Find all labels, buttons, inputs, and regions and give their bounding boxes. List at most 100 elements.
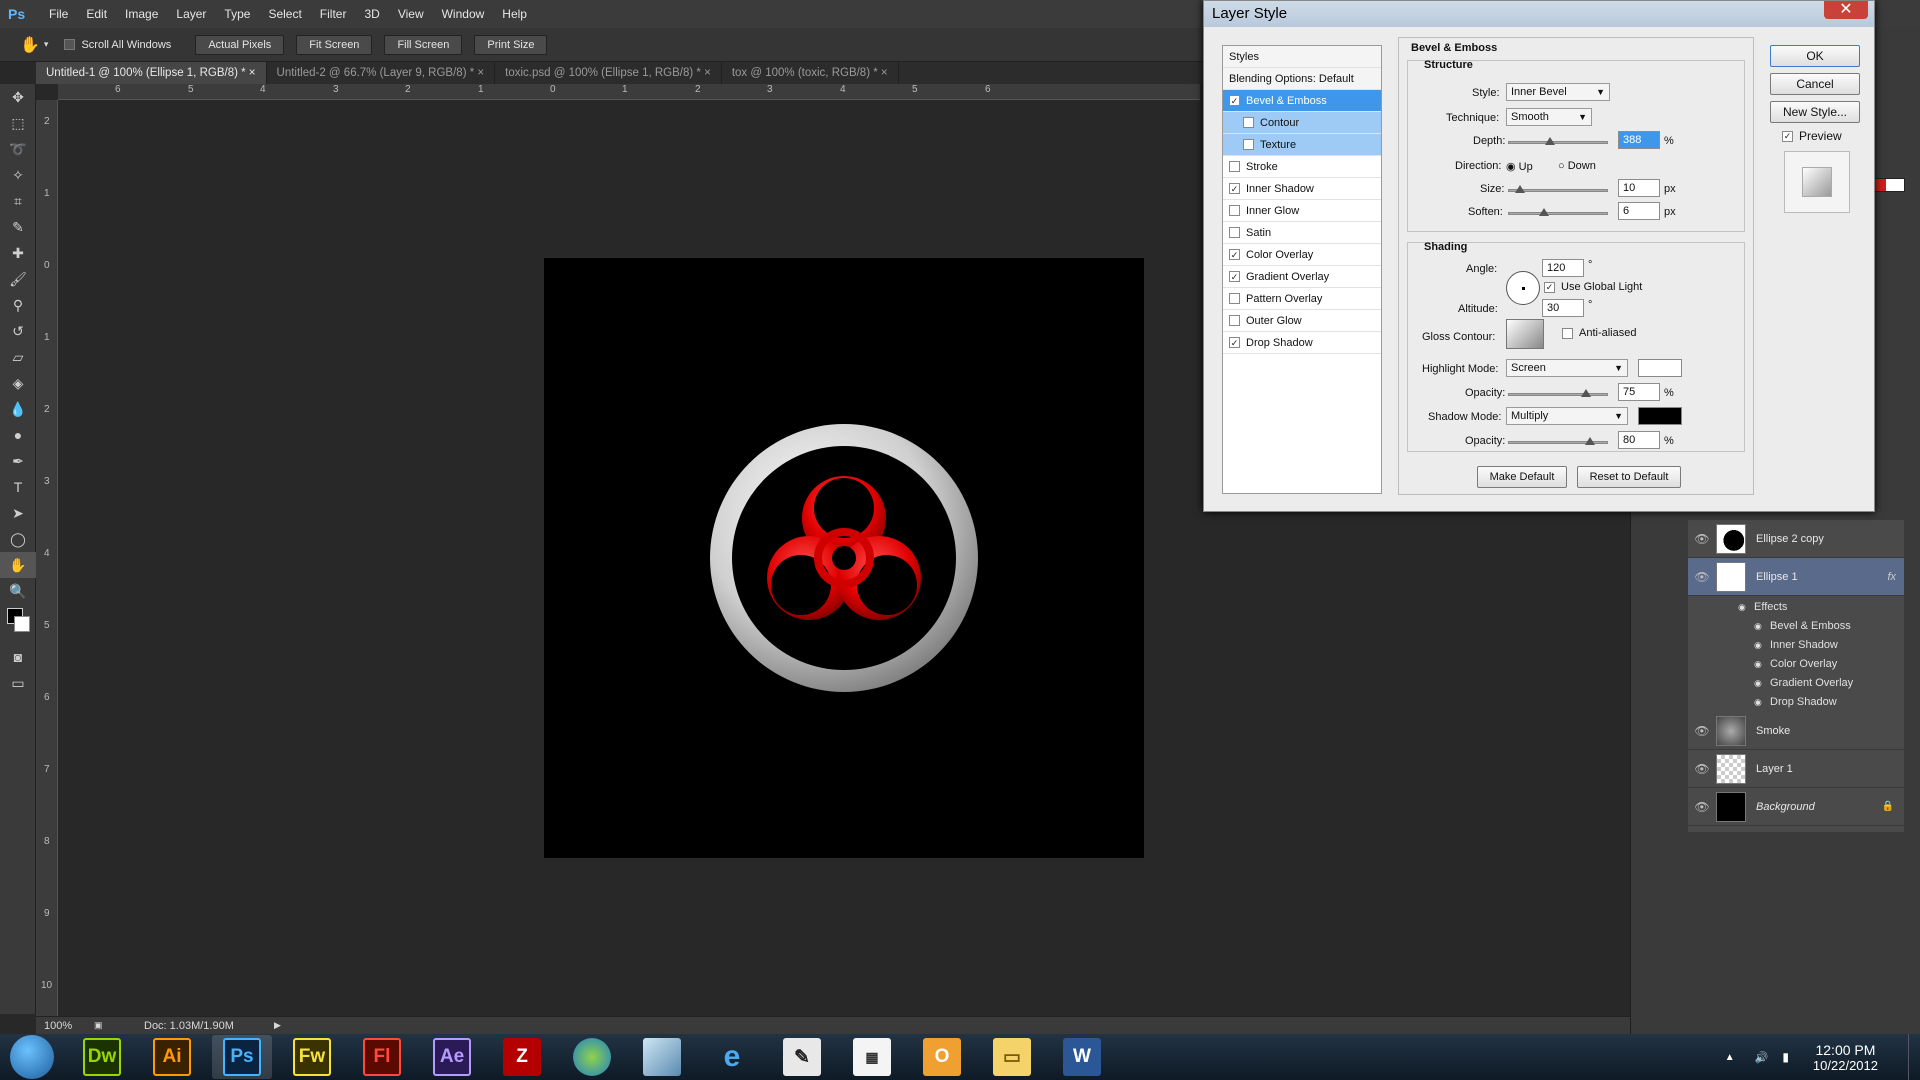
soften-slider[interactable] <box>1508 208 1608 216</box>
eye-icon[interactable]: 👁 <box>1688 762 1716 776</box>
checkbox-icon[interactable] <box>1229 205 1240 216</box>
show-hidden-icons-icon[interactable]: ▲ <box>1725 1052 1735 1063</box>
fit-screen-button[interactable]: Fit Screen <box>296 34 373 55</box>
anti-aliased-checkbox[interactable]: Anti-aliased <box>1562 327 1636 339</box>
direction-down-radio[interactable]: ○ Down <box>1558 160 1596 172</box>
effect-item[interactable]: ◉ Drop Shadow <box>1738 693 1904 712</box>
brush-tool-icon[interactable]: 🖌 <box>0 266 36 292</box>
eye-icon[interactable]: 👁 <box>1688 532 1716 546</box>
highlight-color-swatch[interactable] <box>1638 359 1682 377</box>
soften-input[interactable]: 6 <box>1618 202 1660 220</box>
shadow-opacity-input[interactable]: 80 <box>1618 431 1660 449</box>
ok-button[interactable]: OK <box>1770 45 1860 67</box>
style-dropdown[interactable]: Inner Bevel ▼ <box>1506 83 1610 101</box>
style-color-overlay[interactable]: ✓ Color Overlay <box>1223 244 1381 266</box>
close-icon[interactable]: × <box>704 67 711 79</box>
highlight-opacity-slider[interactable] <box>1508 389 1608 397</box>
tool-preset-dropdown-icon[interactable]: ▾ <box>44 39 49 50</box>
magic-wand-tool-icon[interactable]: ✧ <box>0 162 36 188</box>
layer-row[interactable]: 👁 Ellipse 2 copy <box>1688 520 1904 558</box>
eye-icon[interactable]: ◉ <box>1754 617 1770 636</box>
healing-brush-tool-icon[interactable]: ✚ <box>0 240 36 266</box>
menu-edit[interactable]: Edit <box>77 0 116 28</box>
eye-icon[interactable]: ◉ <box>1754 674 1770 693</box>
ellipse-tool-icon[interactable]: ◯ <box>0 526 36 552</box>
menu-type[interactable]: Type <box>215 0 259 28</box>
tab-untitled-2[interactable]: Untitled-2 @ 66.7% (Layer 9, RGB/8) * × <box>267 62 496 84</box>
close-icon[interactable]: × <box>881 67 888 79</box>
blur-tool-icon[interactable]: 💧 <box>0 396 36 422</box>
menu-3d[interactable]: 3D <box>355 0 388 28</box>
fireworks-taskbar-button[interactable]: Fw <box>282 1035 342 1079</box>
hand-tool-icon[interactable]: ✋ <box>0 552 36 578</box>
style-gradient-overlay[interactable]: ✓ Gradient Overlay <box>1223 266 1381 288</box>
menu-image[interactable]: Image <box>116 0 167 28</box>
layer-row-selected[interactable]: 👁 Ellipse 1 fx <box>1688 558 1904 596</box>
eye-icon[interactable]: 👁 <box>1688 800 1716 814</box>
clock[interactable]: 12:00 PM 10/22/2012 <box>1813 1042 1878 1073</box>
preview-checkbox[interactable]: ✓ Preview <box>1782 129 1842 143</box>
show-desktop-button[interactable] <box>1908 1034 1920 1080</box>
new-style-button[interactable]: New Style... <box>1770 101 1860 123</box>
menu-window[interactable]: Window <box>433 0 494 28</box>
scroll-all-checkbox[interactable]: Scroll All Windows <box>64 39 171 51</box>
illustrator-taskbar-button[interactable]: Ai <box>142 1035 202 1079</box>
word-taskbar-button[interactable]: W <box>1052 1035 1112 1079</box>
layer-row[interactable]: 👁 Layer 1 <box>1688 750 1904 788</box>
checkbox-icon[interactable]: ✓ <box>1229 249 1240 260</box>
dreamweaver-taskbar-button[interactable]: Dw <box>72 1035 132 1079</box>
style-outer-glow[interactable]: Outer Glow <box>1223 310 1381 332</box>
styles-header[interactable]: Styles <box>1223 46 1381 68</box>
depth-input[interactable]: 388 <box>1618 131 1660 149</box>
explorer-taskbar-button[interactable]: ▭ <box>982 1035 1042 1079</box>
tab-toxic-psd[interactable]: toxic.psd @ 100% (Ellipse 1, RGB/8) * × <box>495 62 722 84</box>
checkbox-icon[interactable] <box>1243 139 1254 150</box>
slider-knob[interactable] <box>1545 137 1555 145</box>
maps-app-taskbar-button[interactable] <box>562 1035 622 1079</box>
highlight-mode-dropdown[interactable]: Screen ▼ <box>1506 359 1628 377</box>
checkbox-icon[interactable] <box>1243 117 1254 128</box>
calendar-taskbar-button[interactable]: ▦ <box>842 1035 902 1079</box>
tab-tox[interactable]: tox @ 100% (toxic, RGB/8) * × <box>722 62 899 84</box>
effect-item[interactable]: ◉ Bevel & Emboss <box>1738 617 1904 636</box>
menu-layer[interactable]: Layer <box>167 0 215 28</box>
altitude-input[interactable]: 30 <box>1542 299 1584 317</box>
flash-taskbar-button[interactable]: Fl <box>352 1035 412 1079</box>
after-effects-taskbar-button[interactable]: Ae <box>422 1035 482 1079</box>
fill-screen-button[interactable]: Fill Screen <box>384 34 463 55</box>
marquee-tool-icon[interactable]: ⬚ <box>0 110 36 136</box>
document-canvas[interactable] <box>544 258 1144 858</box>
actual-pixels-button[interactable]: Actual Pixels <box>195 34 285 55</box>
outlook-taskbar-button[interactable]: O <box>912 1035 972 1079</box>
close-icon[interactable]: × <box>477 67 484 79</box>
move-tool-icon[interactable]: ✥ <box>0 84 36 110</box>
menu-help[interactable]: Help <box>493 0 536 28</box>
angle-input[interactable]: 120 <box>1542 259 1584 277</box>
eraser-app-taskbar-button[interactable] <box>632 1035 692 1079</box>
slider-knob[interactable] <box>1515 185 1525 193</box>
internet-explorer-taskbar-button[interactable]: e <box>702 1035 762 1079</box>
style-stroke[interactable]: Stroke <box>1223 156 1381 178</box>
eye-icon[interactable]: ◉ <box>1754 636 1770 655</box>
color-swatches-icon[interactable] <box>0 604 36 644</box>
print-size-button[interactable]: Print Size <box>474 34 548 55</box>
checkbox-icon[interactable] <box>1229 293 1240 304</box>
shadow-opacity-slider[interactable] <box>1508 437 1608 445</box>
angle-dial[interactable] <box>1506 271 1540 305</box>
size-input[interactable]: 10 <box>1618 179 1660 197</box>
slider-knob[interactable] <box>1585 437 1595 445</box>
fx-icon[interactable]: fx <box>1887 571 1896 583</box>
style-satin[interactable]: Satin <box>1223 222 1381 244</box>
effect-item[interactable]: ◉ Color Overlay <box>1738 655 1904 674</box>
style-bevel-emboss[interactable]: ✓ Bevel & Emboss <box>1223 90 1381 112</box>
checkbox-icon[interactable] <box>1229 227 1240 238</box>
close-icon[interactable]: × <box>249 67 256 79</box>
eyedropper-tool-icon[interactable]: ✎ <box>0 214 36 240</box>
eye-icon[interactable]: ◉ <box>1738 598 1754 617</box>
layer-row[interactable]: 👁 Smoke <box>1688 712 1904 750</box>
history-brush-tool-icon[interactable]: ↺ <box>0 318 36 344</box>
checkbox-icon[interactable]: ✓ <box>1229 337 1240 348</box>
zoom-level[interactable]: 100% <box>44 1020 94 1032</box>
menu-select[interactable]: Select <box>259 0 310 28</box>
highlight-opacity-input[interactable]: 75 <box>1618 383 1660 401</box>
